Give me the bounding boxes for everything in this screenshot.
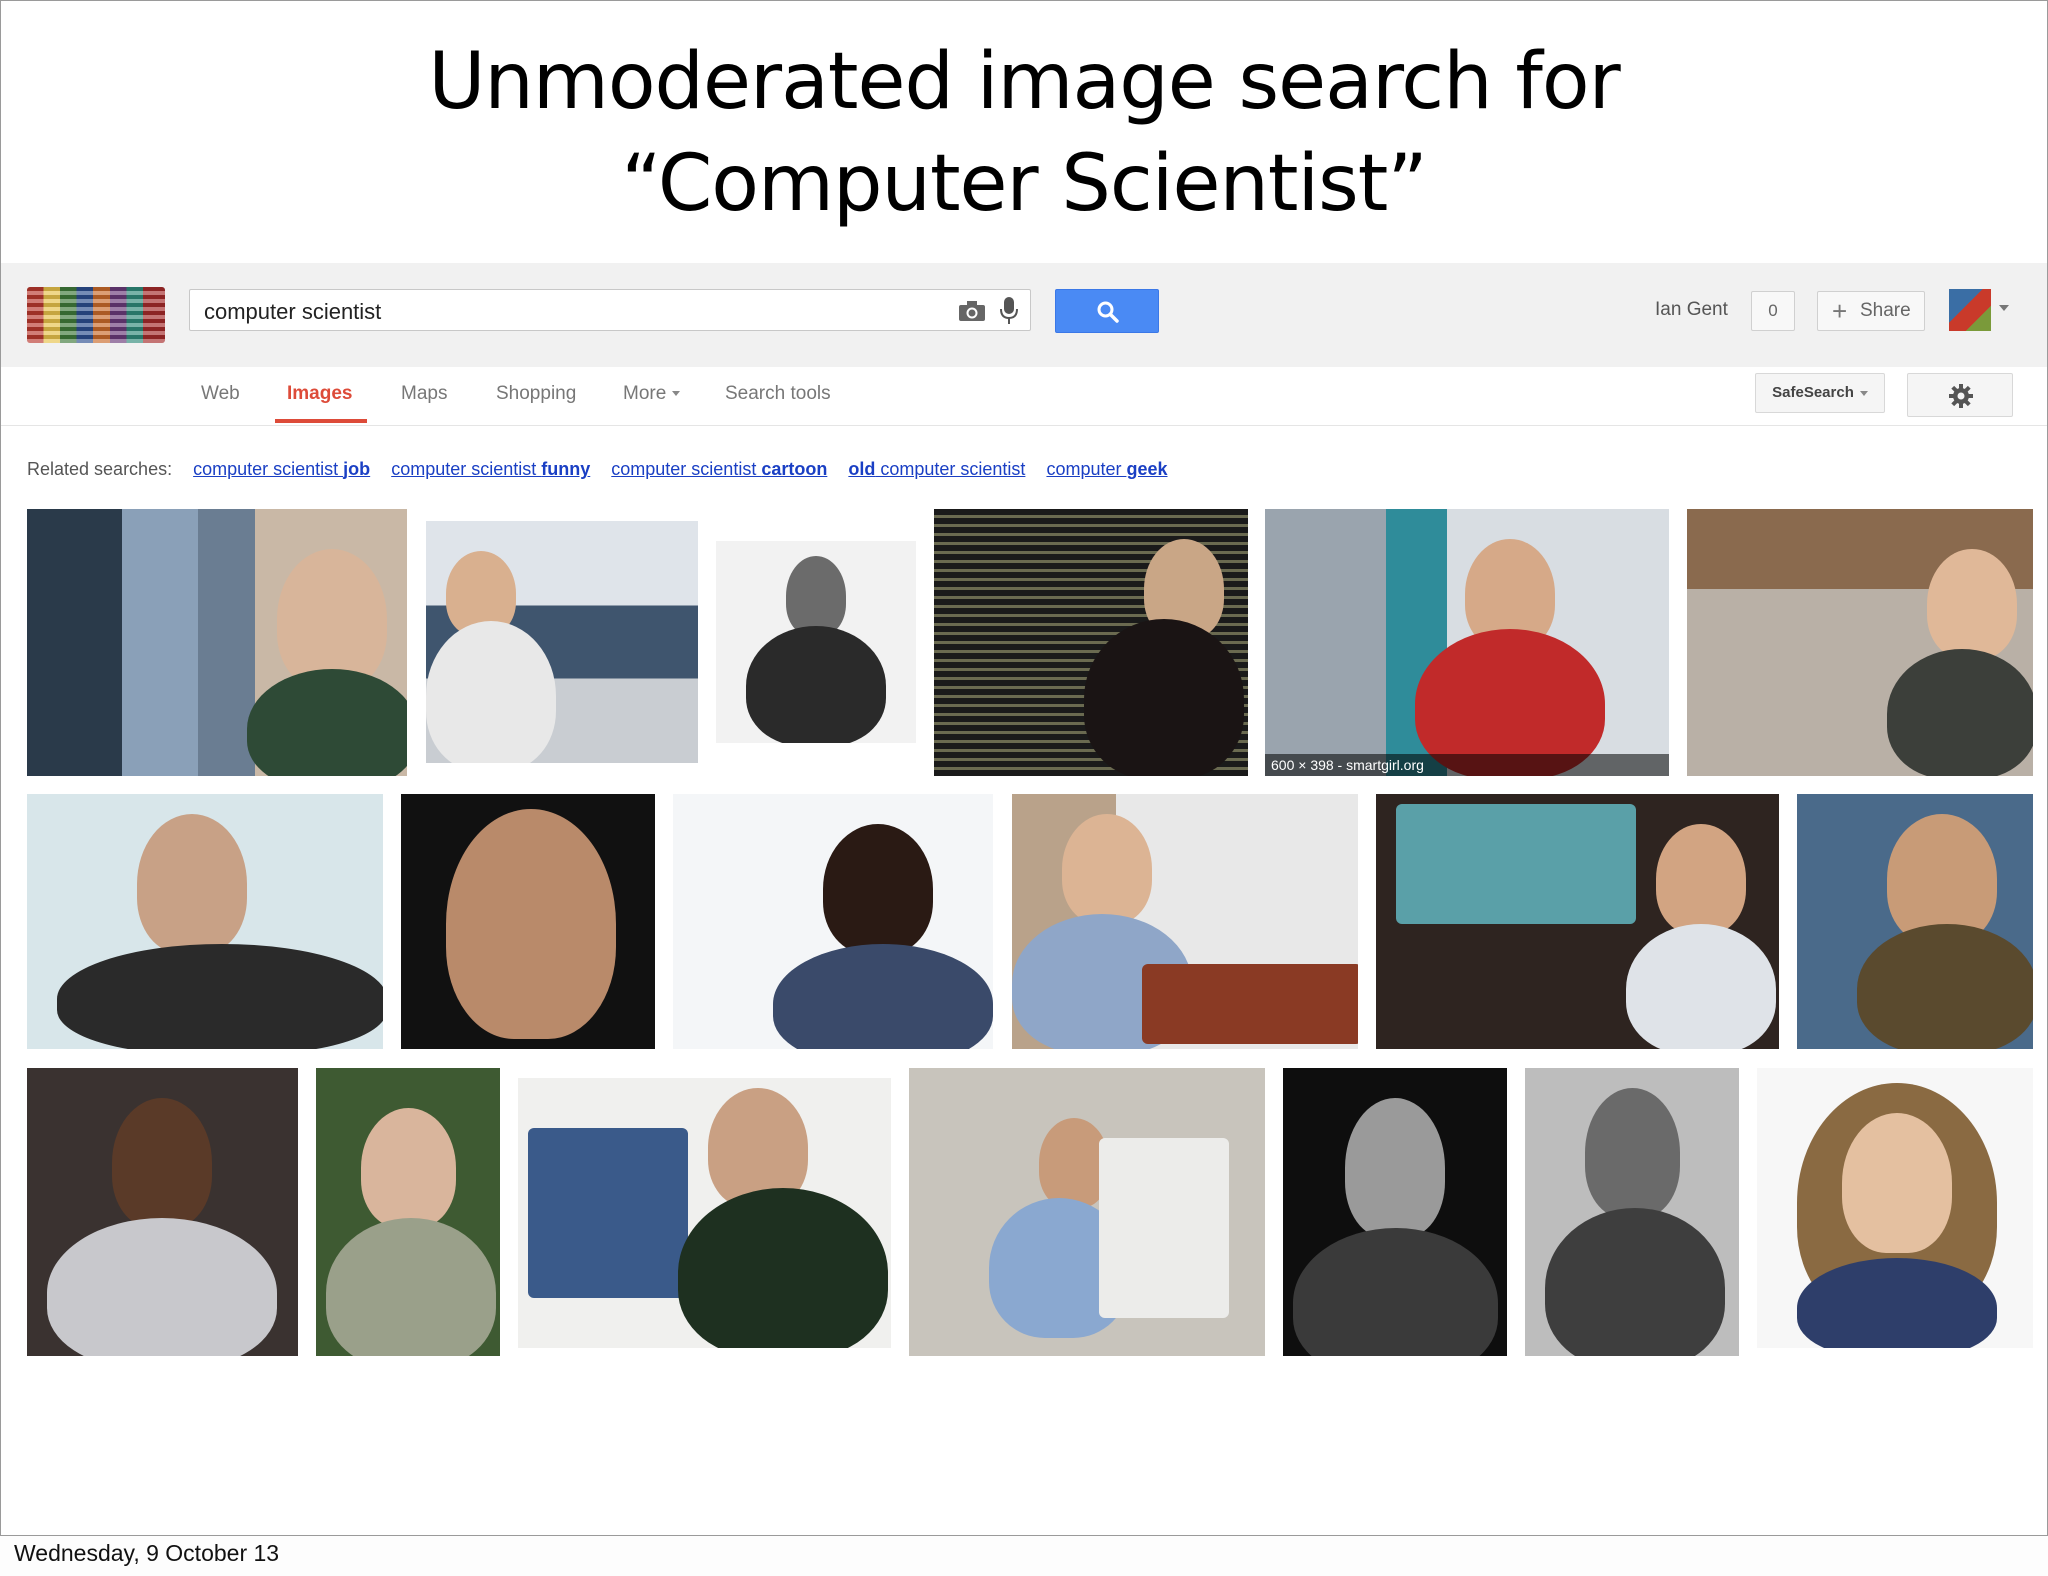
person-figure <box>1142 964 1358 1044</box>
image-result[interactable] <box>1012 794 1358 1049</box>
person-figure <box>277 549 387 689</box>
person-figure <box>823 824 933 954</box>
person-figure <box>1797 1258 1997 1348</box>
image-result[interactable] <box>27 794 383 1049</box>
person-figure <box>1857 924 2033 1049</box>
person-figure <box>112 1098 212 1228</box>
image-result[interactable] <box>1283 1068 1507 1356</box>
image-results-grid: 600 × 398 - smartgirl.org <box>1 1 2047 1535</box>
person-figure <box>678 1188 888 1348</box>
person-figure <box>137 814 247 954</box>
image-result[interactable] <box>716 541 916 743</box>
person-figure <box>1345 1098 1445 1238</box>
person-figure <box>1084 619 1244 776</box>
person-figure <box>786 556 846 636</box>
person-figure <box>361 1108 456 1228</box>
image-result[interactable] <box>518 1078 891 1348</box>
image-result[interactable] <box>316 1068 500 1356</box>
person-figure <box>1887 649 2033 776</box>
person-figure <box>1545 1208 1725 1356</box>
image-result[interactable] <box>401 794 655 1049</box>
slide: Unmoderated image search for “Computer S… <box>0 0 2048 1536</box>
image-result[interactable] <box>1687 509 2033 776</box>
image-result[interactable]: 600 × 398 - smartgirl.org <box>1265 509 1669 776</box>
image-result[interactable] <box>1376 794 1779 1049</box>
computer-figure <box>1099 1138 1229 1318</box>
image-result[interactable] <box>1525 1068 1739 1356</box>
person-figure <box>1062 814 1152 924</box>
image-result[interactable] <box>27 1068 298 1356</box>
image-result[interactable] <box>426 521 698 763</box>
image-result[interactable] <box>1797 794 2033 1049</box>
image-result[interactable] <box>1757 1068 2033 1348</box>
person-figure <box>326 1218 496 1356</box>
person-figure <box>746 626 886 743</box>
footer-date: Wednesday, 9 October 13 <box>14 1540 280 1566</box>
person-figure <box>426 621 556 763</box>
person-figure <box>1656 824 1746 934</box>
person-figure <box>1842 1113 1952 1253</box>
image-result[interactable] <box>934 509 1248 776</box>
person-figure <box>1396 804 1636 924</box>
image-result[interactable] <box>673 794 993 1049</box>
person-figure <box>1927 549 2017 659</box>
image-result[interactable] <box>27 509 407 776</box>
person-figure <box>1293 1228 1498 1356</box>
person-figure <box>47 1218 277 1356</box>
image-size-caption: 600 × 398 - smartgirl.org <box>1265 754 1669 776</box>
laptop-figure <box>528 1128 688 1298</box>
person-figure <box>773 944 993 1049</box>
image-result[interactable] <box>909 1068 1265 1356</box>
person-figure <box>247 669 407 776</box>
person-figure <box>1626 924 1776 1049</box>
person-figure <box>57 944 383 1049</box>
person-figure <box>446 809 616 1039</box>
person-figure <box>1585 1088 1680 1218</box>
